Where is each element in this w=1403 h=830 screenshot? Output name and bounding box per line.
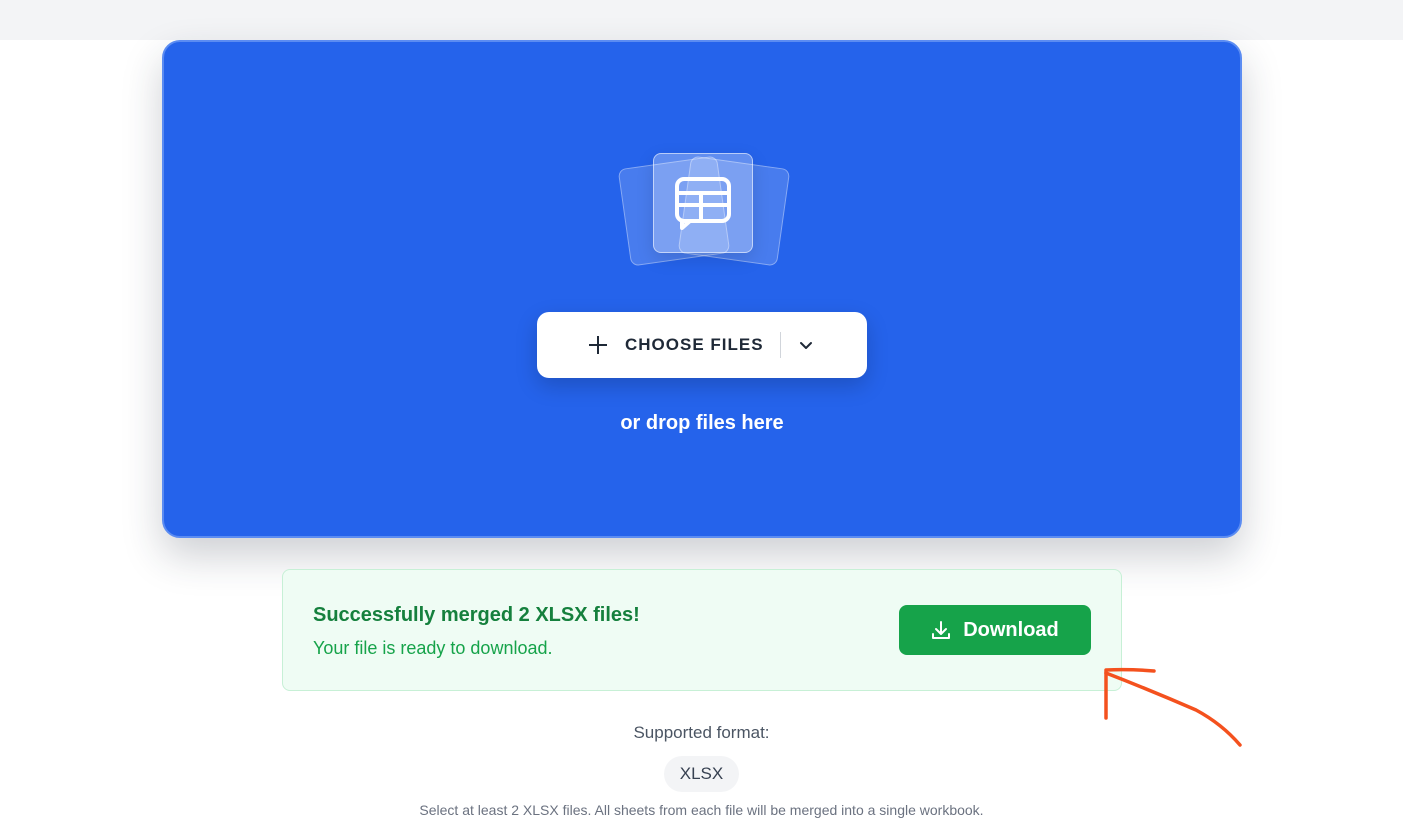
download-icon (932, 621, 951, 639)
format-badge-xlsx: XLSX (664, 756, 739, 792)
spreadsheet-files-illustration (616, 150, 792, 268)
success-subtitle: Your file is ready to download. (313, 638, 553, 658)
chevron-down-icon (799, 342, 812, 349)
choose-files-button[interactable]: CHOOSE FILES (537, 312, 867, 378)
top-bar (0, 0, 1403, 40)
download-label: Download (963, 618, 1059, 641)
help-text: Select at least 2 XLSX files. All sheets… (419, 802, 984, 818)
choose-files-main[interactable]: CHOOSE FILES (537, 312, 780, 378)
file-dropzone[interactable]: CHOOSE FILES or drop files here (162, 40, 1242, 538)
choose-source-dropdown[interactable] (781, 312, 815, 378)
spreadsheet-icon (675, 177, 731, 230)
drop-hint: or drop files here (620, 412, 784, 434)
choose-files-label: CHOOSE FILES (625, 335, 764, 354)
merge-success-panel: Successfully merged 2 XLSX files! Your f… (282, 569, 1122, 691)
supported-format-label: Supported format: (633, 723, 770, 742)
plus-icon (587, 334, 609, 356)
success-title: Successfully merged 2 XLSX files! (313, 604, 640, 626)
file-card-front (653, 153, 753, 253)
download-button[interactable]: Download (899, 605, 1091, 655)
